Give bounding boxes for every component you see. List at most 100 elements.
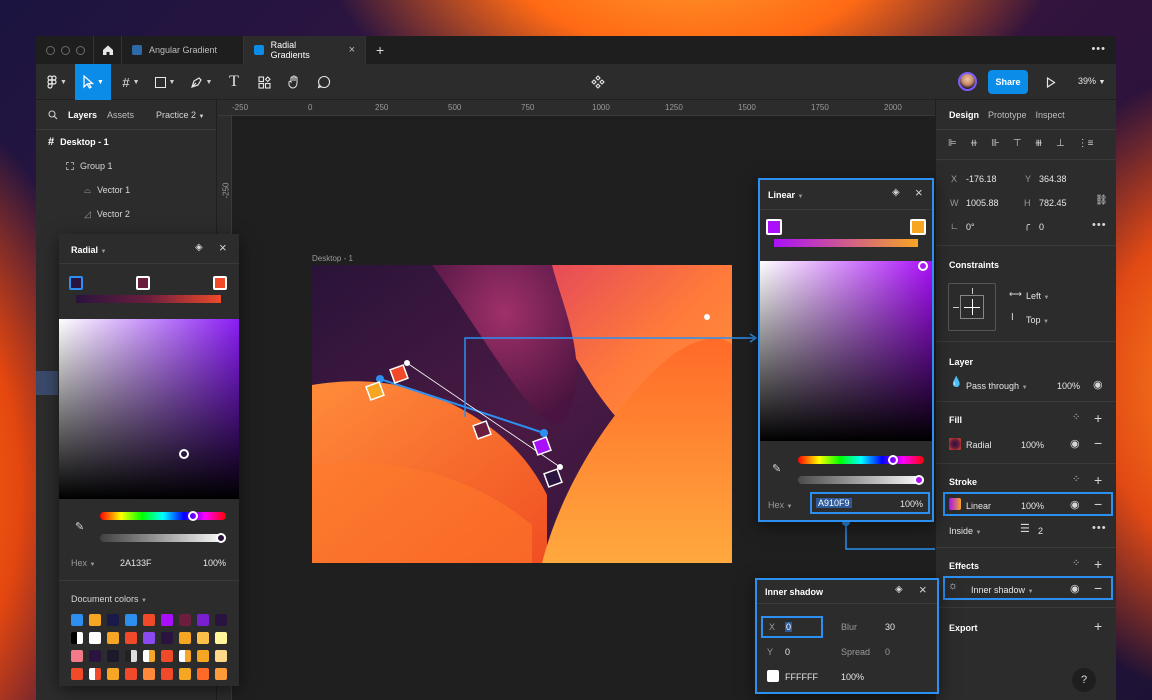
hue-knob[interactable] — [888, 455, 898, 465]
close-icon[interactable]: × — [219, 240, 227, 255]
opacity-slider[interactable] — [100, 533, 226, 543]
color-swatch[interactable] — [89, 650, 101, 662]
hue-knob[interactable] — [188, 511, 198, 521]
align-right-icon[interactable]: ⊪ — [991, 138, 1000, 149]
shape-tool[interactable]: ▼ — [150, 64, 180, 100]
eye-icon[interactable]: ◉ — [1070, 437, 1080, 450]
layer-vector-2[interactable]: ◿ Vector 2 — [36, 202, 216, 226]
saturation-area[interactable] — [760, 261, 932, 441]
document-colors-dropdown[interactable]: Document colors ▼ — [71, 594, 147, 604]
frame-label[interactable]: Desktop - 1 — [312, 254, 353, 263]
color-swatch[interactable] — [179, 668, 191, 680]
color-picker-knob[interactable] — [918, 261, 928, 271]
styles-icon[interactable]: ⁘ — [1072, 412, 1080, 423]
x-field[interactable]: -176.18 — [966, 174, 997, 184]
color-swatch[interactable] — [161, 632, 173, 644]
opacity-input[interactable]: 100% — [900, 499, 923, 509]
opacity-knob[interactable] — [216, 533, 226, 543]
color-swatch[interactable] — [179, 632, 191, 644]
more-options-icon[interactable]: ••• — [1092, 522, 1107, 534]
move-tool[interactable]: ▼ — [75, 64, 111, 100]
x-input[interactable]: 0 — [785, 622, 793, 632]
hex-input[interactable]: 2A133F — [120, 558, 152, 568]
color-picker-knob[interactable] — [179, 449, 189, 459]
text-tool[interactable]: T — [222, 64, 246, 100]
gradient-bar[interactable] — [76, 295, 221, 303]
layer-vector-1[interactable]: ⌓ Vector 1 — [36, 178, 216, 202]
remove-stroke-icon[interactable]: − — [1094, 496, 1102, 512]
minimize-dot[interactable] — [61, 45, 70, 55]
opacity-input[interactable]: 100% — [203, 558, 226, 568]
gradient-type-dropdown[interactable]: Radial ▼ — [71, 245, 106, 255]
stroke-type[interactable]: Linear — [966, 501, 991, 511]
eye-icon[interactable]: ◉ — [1070, 498, 1080, 511]
color-swatch[interactable] — [71, 632, 83, 644]
color-swatch[interactable] — [179, 614, 191, 626]
zoom-dot[interactable] — [76, 45, 85, 55]
color-swatch[interactable] — [161, 614, 173, 626]
gradient-stop-1[interactable] — [766, 219, 782, 235]
tab-design[interactable]: Design — [949, 110, 979, 120]
color-swatch[interactable] — [197, 650, 209, 662]
color-swatch[interactable] — [143, 632, 155, 644]
color-swatch[interactable] — [215, 632, 227, 644]
blur-input[interactable]: 30 — [885, 622, 895, 632]
color-swatch[interactable] — [197, 632, 209, 644]
page-selector[interactable]: Practice 2 ▼ — [156, 110, 205, 120]
vertical-constraint-dropdown[interactable]: Top ▼ — [1026, 315, 1049, 325]
color-swatch[interactable] — [215, 614, 227, 626]
color-swatch[interactable] — [197, 668, 209, 680]
close-icon[interactable]: × — [919, 582, 927, 597]
eye-icon[interactable]: ◉ — [1070, 582, 1080, 595]
tab-assets[interactable]: Assets — [107, 110, 134, 120]
effect-type-dropdown[interactable]: Inner shadow ▼ — [971, 585, 1034, 595]
eyedropper-icon[interactable]: ✎ — [772, 462, 781, 475]
pen-tool[interactable]: ▼ — [186, 64, 216, 100]
color-swatch[interactable] — [161, 650, 173, 662]
hue-slider[interactable] — [100, 511, 226, 521]
stroke-position-dropdown[interactable]: Inside ▼ — [949, 526, 982, 536]
artboard-desktop-1[interactable] — [312, 265, 732, 563]
color-styles-icon[interactable]: ◈ — [892, 187, 900, 198]
eye-icon[interactable]: ◉ — [1093, 378, 1103, 391]
color-format-dropdown[interactable]: Hex ▼ — [71, 558, 95, 568]
remove-fill-icon[interactable]: − — [1094, 435, 1102, 451]
height-field[interactable]: 782.45 — [1039, 198, 1067, 208]
horizontal-constraint-dropdown[interactable]: Left ▼ — [1026, 291, 1049, 301]
hex-input[interactable]: A910F9 — [816, 498, 852, 508]
color-swatch[interactable] — [107, 632, 119, 644]
color-swatch[interactable] — [125, 632, 137, 644]
color-swatch[interactable] — [71, 614, 83, 626]
tab-radial-gradients[interactable]: Radial Gradients × — [244, 36, 366, 64]
add-export-icon[interactable]: + — [1094, 618, 1102, 634]
frame-tool[interactable]: # ▼ — [116, 64, 146, 100]
align-center-icon[interactable]: ⧺ — [970, 138, 978, 149]
constraints-widget[interactable] — [948, 283, 996, 331]
shadow-color-hex[interactable]: FFFFFF — [785, 672, 818, 682]
tab-prototype[interactable]: Prototype — [988, 110, 1027, 120]
stroke-swatch[interactable] — [949, 498, 961, 510]
zoom-dropdown[interactable]: 39% ▼ — [1078, 76, 1105, 86]
stroke-opacity-field[interactable]: 100% — [1021, 501, 1044, 511]
eyedropper-icon[interactable]: ✎ — [75, 520, 84, 533]
color-swatch[interactable] — [107, 614, 119, 626]
comment-tool[interactable] — [312, 64, 336, 100]
align-middle-icon[interactable]: ⧻ — [1035, 138, 1043, 149]
color-swatch[interactable] — [215, 650, 227, 662]
hand-tool[interactable] — [282, 64, 306, 100]
tab-angular-gradient[interactable]: Angular Gradient — [122, 36, 244, 64]
distribute-icon[interactable]: ⋮≡ — [1078, 138, 1094, 149]
color-swatch[interactable] — [215, 668, 227, 680]
layer-opacity-field[interactable]: 100% — [1057, 381, 1080, 391]
color-swatch[interactable] — [161, 668, 173, 680]
color-swatch[interactable] — [179, 650, 191, 662]
search-icon[interactable] — [48, 109, 58, 120]
fill-type[interactable]: Radial — [966, 440, 992, 450]
component-center-button[interactable] — [586, 64, 610, 100]
color-swatch[interactable] — [125, 668, 137, 680]
fill-opacity-field[interactable]: 100% — [1021, 440, 1044, 450]
remove-effect-icon[interactable]: − — [1094, 580, 1102, 596]
tab-inspect[interactable]: Inspect — [1036, 110, 1065, 120]
add-effect-icon[interactable]: + — [1094, 556, 1102, 572]
present-button[interactable] — [1040, 64, 1062, 100]
